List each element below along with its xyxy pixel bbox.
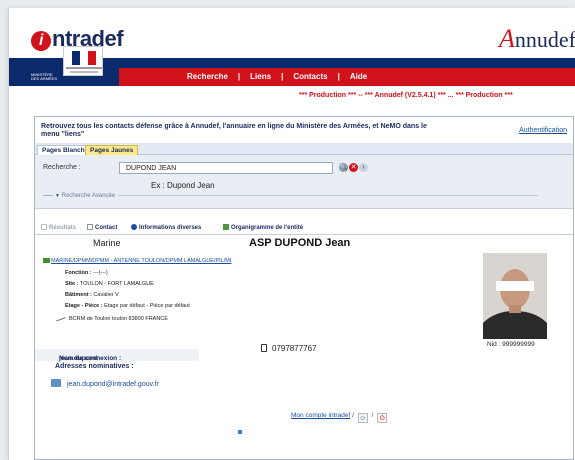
address-pin-icon bbox=[54, 312, 66, 322]
main-panel: Retrouvez tous les contacts défense grâc… bbox=[34, 116, 574, 460]
intradef-logo-initial: i bbox=[31, 31, 51, 51]
tab-organigramme-label: Organigramme de l'entité bbox=[231, 225, 304, 231]
advanced-search-toggle[interactable]: ▼ Recherche Avancée bbox=[43, 193, 539, 199]
clear-icon[interactable]: ✕ bbox=[349, 163, 358, 172]
search-input[interactable] bbox=[119, 162, 333, 174]
user-settings-icon[interactable]: ⊙ bbox=[377, 413, 388, 423]
advanced-search-label: Recherche Avancée bbox=[61, 193, 116, 199]
production-banner: *** Production *** -- *** Annudef (V2.5.… bbox=[299, 92, 513, 99]
tab-contact[interactable]: Contact bbox=[87, 224, 117, 231]
email-text: jean.dupond@intradef.gouv.fr bbox=[67, 381, 159, 388]
annudef-logo-initial: A bbox=[499, 24, 515, 53]
menu-contacts[interactable]: Contacts bbox=[283, 72, 337, 81]
main-menu: Recherche | Liens | Contacts | Aide bbox=[177, 72, 377, 81]
login-row: Nom de connexion : jean.dupond bbox=[35, 349, 199, 362]
login-value: jean.dupond bbox=[59, 355, 98, 362]
tab-resultats[interactable]: Résultats bbox=[41, 224, 76, 231]
tab-informations-diverses[interactable]: Informations diverses bbox=[131, 224, 201, 231]
org-tree-icon bbox=[43, 258, 50, 263]
org-path-text: MARINE/DPMM/DPMM - ANTENNE TOULON/DPMM L… bbox=[51, 258, 232, 264]
mon-compte-link[interactable]: Mon compte intradef bbox=[291, 412, 350, 419]
tab-organigramme[interactable]: Organigramme de l'entité bbox=[223, 224, 303, 231]
search-label: Recherche : bbox=[43, 164, 81, 171]
intro-text: Retrouvez tous les contacts défense grâc… bbox=[41, 123, 427, 138]
fonction-row: Fonction : ---(---) bbox=[65, 270, 108, 276]
expand-triangle-icon: ▼ bbox=[55, 193, 60, 199]
search-area: Recherche : 🔍 ✕ › Ex : Dupond Jean ▼ Rec… bbox=[35, 155, 573, 209]
address-text: BCRM de Toulon toulon 83800 FRANCE bbox=[69, 316, 168, 322]
phone-icon bbox=[261, 344, 267, 352]
phone-text: 0797877767 bbox=[272, 344, 317, 353]
contact-header: Marine ASP DUPOND Jean bbox=[35, 237, 573, 249]
pages-tabs: Pages Blanches Pages Jaunes bbox=[35, 143, 573, 156]
contact-photo bbox=[483, 253, 547, 339]
annudef-logo[interactable]: Annudef bbox=[499, 24, 575, 54]
mail-icon bbox=[51, 379, 61, 387]
account-links: Mon compte intradef / ☺ / ⊙ bbox=[291, 412, 389, 423]
info-icon bbox=[131, 224, 137, 230]
annudef-logo-text: nnudef bbox=[514, 27, 575, 52]
nid-value: Nid : 999999999 bbox=[487, 341, 535, 348]
contact-name: ASP DUPOND Jean bbox=[249, 237, 351, 249]
phone-number[interactable]: 0797877767 bbox=[261, 344, 317, 353]
people-icon[interactable]: ☺ bbox=[357, 413, 368, 423]
next-icon[interactable]: › bbox=[359, 163, 368, 172]
content-tabs: Résultats Contact Informations diverses … bbox=[35, 223, 573, 235]
tab-resultats-label: Résultats bbox=[49, 225, 77, 231]
tab-contact-label: Contact bbox=[95, 225, 118, 231]
search-example: Ex : Dupond Jean bbox=[151, 181, 215, 190]
site-row: Site : TOULON - FORT LAMALGUE bbox=[65, 281, 154, 287]
french-flag-icon bbox=[72, 51, 96, 65]
loading-dot bbox=[238, 430, 242, 434]
menu-liens[interactable]: Liens bbox=[240, 72, 281, 81]
page: intradef Annudef accueil MINISTÈREDES AR… bbox=[8, 8, 575, 460]
authentification-link[interactable]: Authentification bbox=[519, 127, 567, 134]
address-row: BCRM de Toulon toulon 83800 FRANCE bbox=[54, 312, 168, 322]
addresses-label: Adresses nominatives : bbox=[55, 363, 134, 370]
search-icon[interactable]: 🔍 bbox=[339, 163, 348, 172]
tab-informations-label: Informations diverses bbox=[139, 225, 202, 231]
menu-recherche[interactable]: Recherche bbox=[177, 72, 238, 81]
menu-aide[interactable]: Aide bbox=[340, 72, 377, 81]
contact-service: Marine bbox=[93, 238, 121, 248]
org-chart-icon bbox=[223, 224, 229, 230]
email-link[interactable]: jean.dupond@intradef.gouv.fr bbox=[51, 379, 159, 388]
etage-row: Etage - Pièce : Etage par défaut - Pièce… bbox=[65, 303, 190, 309]
contact-card-icon bbox=[87, 224, 93, 230]
ministere-logo bbox=[63, 46, 103, 76]
list-icon bbox=[41, 224, 47, 230]
batiment-row: Bâtiment : Cavalier V bbox=[65, 292, 119, 298]
org-path-link[interactable]: MARINE/DPMM/DPMM - ANTENNE TOULON/DPMM L… bbox=[43, 258, 231, 264]
